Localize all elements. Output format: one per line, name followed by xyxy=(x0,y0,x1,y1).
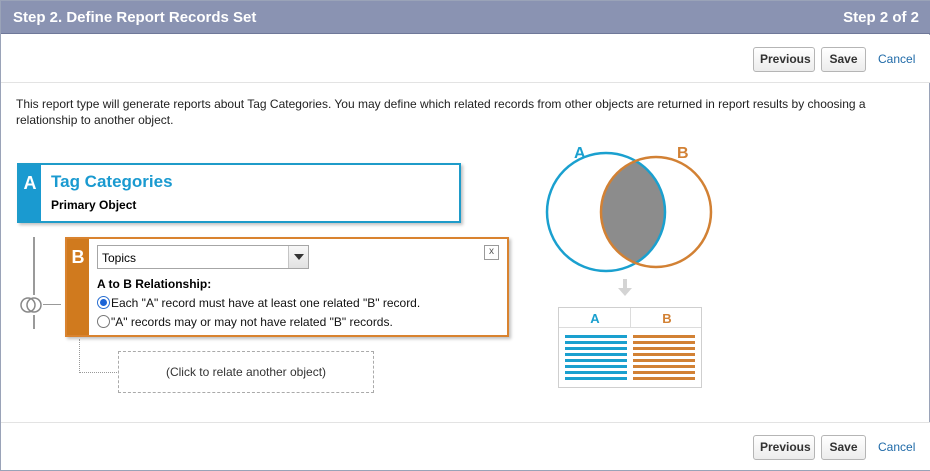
relate-connector-vertical xyxy=(79,339,80,373)
previous-button[interactable]: Previous xyxy=(753,47,815,72)
chevron-down-icon[interactable] xyxy=(288,246,308,268)
venn-label-b: B xyxy=(677,145,689,162)
page-title: Step 2. Define Report Records Set xyxy=(13,9,257,26)
object-b-letter: B xyxy=(67,239,89,335)
object-a-panel: A Tag Categories Primary Object xyxy=(17,163,461,223)
relate-another-object-button[interactable]: (Click to relate another object) xyxy=(118,351,374,393)
result-table-header: A B xyxy=(559,308,701,328)
relationship-option-optional-label: "A" records may or may not have related … xyxy=(111,315,393,329)
result-rows-a xyxy=(565,335,627,381)
object-a-name: Tag Categories xyxy=(51,172,173,191)
step-indicator: Step 2 of 2 xyxy=(843,9,919,26)
relationship-rail-lower xyxy=(33,315,35,329)
relationship-option-required-label: Each "A" record must have at least one r… xyxy=(111,296,421,310)
result-rows-b xyxy=(633,335,695,381)
object-b-selected-value: Topics xyxy=(102,251,137,265)
result-table-diagram: A B xyxy=(558,307,702,388)
intro-text: This report type will generate reports a… xyxy=(16,97,866,127)
wizard-frame: Step 2. Define Report Records Set Step 2… xyxy=(0,0,930,471)
object-b-panel: B Topics x A to B Relationship: Each "A"… xyxy=(65,237,509,337)
object-b-select[interactable]: Topics xyxy=(97,245,309,269)
bottom-toolbar: Previous Save Cancel xyxy=(1,422,930,470)
venn-label-a: A xyxy=(574,145,586,162)
save-button[interactable]: Save xyxy=(821,47,866,72)
radio-optional[interactable] xyxy=(97,315,110,328)
join-connector xyxy=(43,304,61,305)
wizard-header: Step 2. Define Report Records Set Step 2… xyxy=(1,1,930,34)
venn-diagram: A B xyxy=(545,145,713,273)
relationship-title: A to B Relationship: xyxy=(97,277,212,291)
result-column-b: B xyxy=(662,311,672,326)
radio-required[interactable] xyxy=(97,296,110,309)
previous-button-bottom[interactable]: Previous xyxy=(753,435,815,460)
object-a-letter: A xyxy=(19,165,41,221)
cancel-link[interactable]: Cancel xyxy=(878,52,915,66)
arrow-down-icon xyxy=(618,279,632,296)
object-a-subtitle: Primary Object xyxy=(51,198,137,212)
relate-connector-horizontal xyxy=(79,372,117,373)
join-rings-icon xyxy=(20,297,42,313)
save-button-bottom[interactable]: Save xyxy=(821,435,866,460)
cancel-link-bottom[interactable]: Cancel xyxy=(878,440,915,454)
result-column-a: A xyxy=(590,311,600,326)
relationship-rail xyxy=(33,237,35,295)
top-toolbar: Previous Save Cancel xyxy=(1,35,930,83)
close-icon[interactable]: x xyxy=(484,245,499,260)
